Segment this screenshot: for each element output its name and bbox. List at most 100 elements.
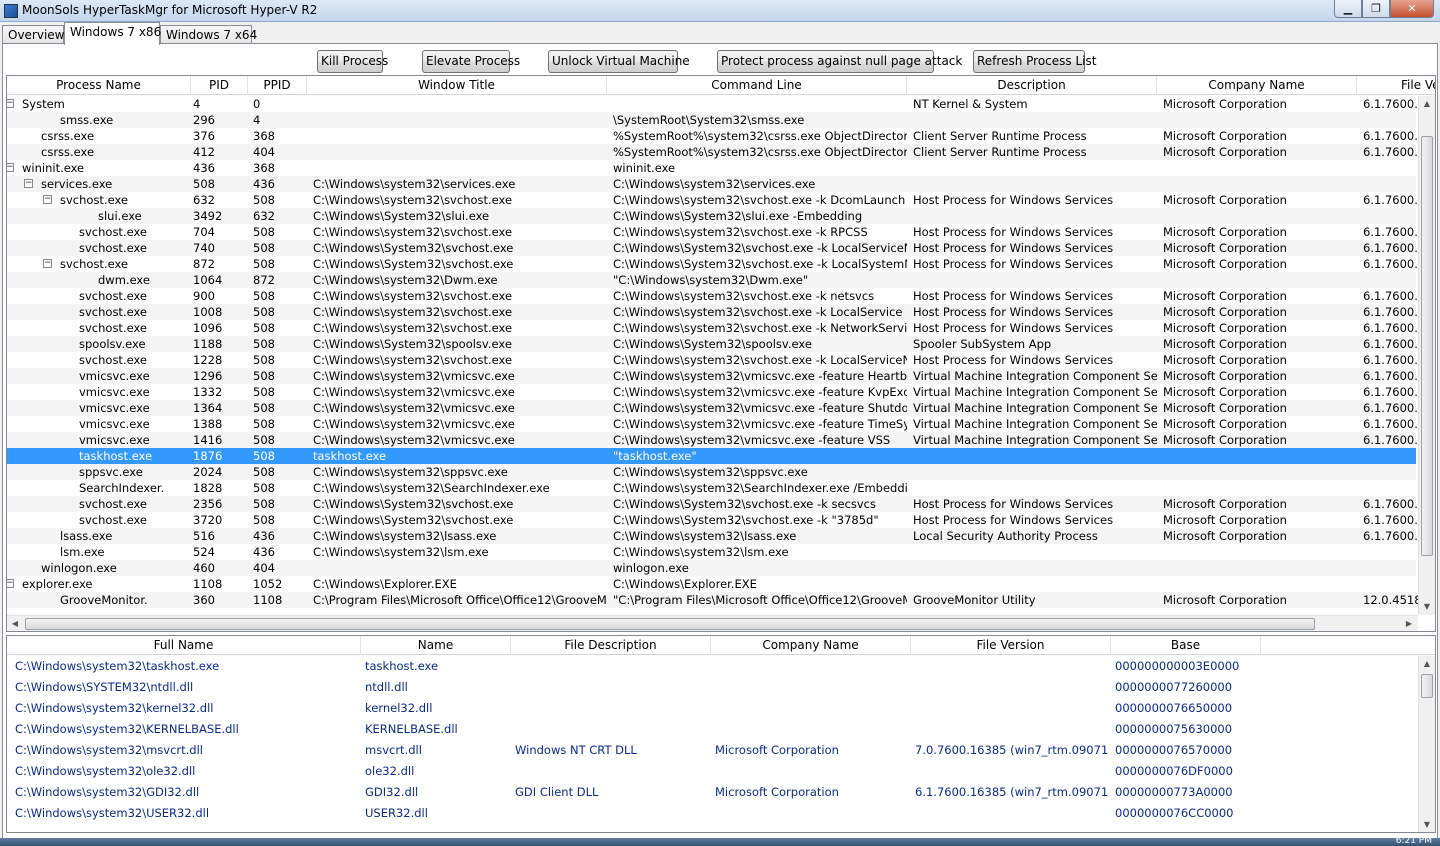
module-row[interactable]: C:\Windows\system32\kernel32.dll kernel32… xyxy=(7,698,1416,719)
process-vertical-scrollbar[interactable]: ▲ ▼ xyxy=(1418,96,1435,615)
process-row[interactable]: − services.exe 508 436 C:\Windows\system32\s… xyxy=(7,176,1416,192)
collapse-icon[interactable]: − xyxy=(7,99,14,108)
scroll-left-icon[interactable]: ◀ xyxy=(7,616,23,631)
collapse-icon[interactable]: − xyxy=(7,579,14,588)
process-row[interactable]: sppsvc.exe 2024 508 C:\Windows\system32\spp… xyxy=(7,464,1416,480)
process-row[interactable]: lsm.exe 524 436 C:\Windows\system32\lsm.exe… xyxy=(7,544,1416,560)
tab-overview[interactable]: Overview xyxy=(2,25,65,45)
maximize-button[interactable]: ❐ xyxy=(1362,0,1390,18)
process-row[interactable]: vmicsvc.exe 1416 508 C:\Windows\system32\vm… xyxy=(7,432,1418,448)
process-file-version: 6.1.7600.16 xyxy=(1363,145,1418,159)
col-ppid[interactable]: PPID xyxy=(248,76,307,95)
process-row[interactable]: svchost.exe 740 508 C:\Windows\System32\svc… xyxy=(7,240,1418,256)
process-hscroll-thumb[interactable] xyxy=(25,618,1315,630)
module-list[interactable]: Full Name Name File Description Company … xyxy=(6,635,1436,833)
col-module-name[interactable]: Name xyxy=(361,636,511,655)
col-process-name[interactable]: Process Name xyxy=(7,76,191,95)
process-vscroll-thumb[interactable] xyxy=(1421,136,1433,556)
process-row[interactable]: GrooveMonitor. 360 1108 C:\Program Files\Mi… xyxy=(7,592,1418,608)
scroll-right-icon[interactable]: ▶ xyxy=(1401,616,1417,631)
process-ppid: 1052 xyxy=(253,577,283,591)
unlock-vm-button[interactable]: Unlock Virtual Machine xyxy=(548,50,690,73)
process-list[interactable]: Process Name PID PPID Window Title Comma… xyxy=(6,75,1436,632)
minimize-button[interactable]: ▁ xyxy=(1334,0,1362,18)
process-row[interactable]: vmicsvc.exe 1388 508 C:\Windows\system32\vm… xyxy=(7,416,1418,432)
process-row[interactable]: svchost.exe 1008 508 C:\Windows\system32\sv… xyxy=(7,304,1418,320)
close-icon: ✕ xyxy=(1407,2,1417,15)
process-row[interactable]: svchost.exe 900 508 C:\Windows\system32\svc… xyxy=(7,288,1418,304)
process-description: Host Process for Windows Services xyxy=(913,497,1114,511)
process-row[interactable]: csrss.exe 412 404 %SystemRoot%\system32\csr… xyxy=(7,144,1418,160)
module-vertical-scrollbar[interactable]: ▲ ▼ xyxy=(1418,656,1435,832)
col-module-file-version[interactable]: File Version xyxy=(911,636,1111,655)
refresh-process-list-button[interactable]: Refresh Process List xyxy=(973,50,1096,73)
module-row[interactable]: C:\Windows\system32\KERNELBASE.dll KERNEL… xyxy=(7,719,1416,740)
col-description[interactable]: Description xyxy=(907,76,1157,95)
tab-windows7-x86[interactable]: Windows 7 x86 xyxy=(64,22,161,45)
module-row[interactable]: C:\Windows\SYSTEM32\ntdll.dll ntdll.dll 00… xyxy=(7,677,1416,698)
process-pid: 1008 xyxy=(193,305,223,319)
collapse-icon[interactable]: − xyxy=(43,259,52,268)
process-row[interactable]: vmicsvc.exe 1296 508 C:\Windows\system32\vm… xyxy=(7,368,1418,384)
col-window-title[interactable]: Window Title xyxy=(307,76,607,95)
process-row[interactable]: svchost.exe 704 508 C:\Windows\system32\svc… xyxy=(7,224,1418,240)
process-row[interactable]: − svchost.exe 632 508 C:\Windows\system32\sv… xyxy=(7,192,1418,208)
module-row[interactable]: C:\Windows\system32\msvcrt.dll msvcrt.dll… xyxy=(7,740,1416,761)
col-company-name[interactable]: Company Name xyxy=(1157,76,1357,95)
process-description xyxy=(913,112,1157,128)
process-horizontal-scrollbar[interactable]: ◀ ▶ xyxy=(7,615,1418,631)
process-row[interactable]: lsass.exe 516 436 C:\Windows\system32\lsass… xyxy=(7,528,1418,544)
process-file-version xyxy=(1363,576,1418,592)
process-row[interactable]: dwm.exe 1064 872 C:\Windows\system32\Dwm.ex… xyxy=(7,272,1416,288)
collapse-icon[interactable]: − xyxy=(24,179,33,188)
elevate-process-button[interactable]: Elevate Process xyxy=(422,50,520,73)
process-row[interactable]: svchost.exe 3720 508 C:\Windows\System32\sv… xyxy=(7,512,1418,528)
scroll-down-icon[interactable]: ▼ xyxy=(1419,599,1435,615)
module-row[interactable]: C:\Windows\system32\GDI32.dll GDI32.dll GD… xyxy=(7,782,1416,803)
process-row[interactable]: svchost.exe 1228 508 C:\Windows\system32\sv… xyxy=(7,352,1418,368)
process-file-version: 6.1.7600.16 xyxy=(1363,97,1418,111)
process-row[interactable]: svchost.exe 2356 508 C:\Windows\System32\sv… xyxy=(7,496,1418,512)
module-vscroll-thumb[interactable] xyxy=(1421,674,1433,698)
col-full-name[interactable]: Full Name xyxy=(7,636,361,655)
process-row[interactable]: − wininit.exe 436 368 wininit.exe xyxy=(7,160,1416,176)
col-file-description[interactable]: File Description xyxy=(511,636,711,655)
process-row[interactable]: SearchIndexer. 1828 508 C:\Windows\system32… xyxy=(7,480,1416,496)
process-row[interactable]: smss.exe 296 4 \SystemRoot\System32\smss.ex… xyxy=(7,112,1416,128)
process-row[interactable]: taskhost.exe 1876 508 taskhost.exe "taskhost… xyxy=(7,448,1416,464)
scroll-up-icon[interactable]: ▲ xyxy=(1419,96,1435,112)
module-row[interactable]: C:\Windows\system32\taskhost.exe taskhost… xyxy=(7,656,1416,677)
process-row[interactable]: − explorer.exe 1108 1052 C:\Windows\Explorer… xyxy=(7,576,1416,592)
process-command-line: C:\Windows\system32\vmicsvc.exe -feature… xyxy=(613,401,907,415)
process-row[interactable]: vmicsvc.exe 1364 508 C:\Windows\system32\vm… xyxy=(7,400,1418,416)
tab-windows7-x64[interactable]: Windows 7 x64 xyxy=(160,25,257,45)
col-command-line[interactable]: Command Line xyxy=(607,76,907,95)
col-module-company[interactable]: Company Name xyxy=(711,636,911,655)
process-row[interactable]: spoolsv.exe 1188 508 C:\Windows\System32\sp… xyxy=(7,336,1418,352)
col-file-version[interactable]: File Ve xyxy=(1357,76,1435,95)
module-base: 0000000075630000 xyxy=(1115,722,1233,736)
module-base: 0000000077260000 xyxy=(1115,680,1233,694)
process-ppid: 436 xyxy=(253,529,275,543)
process-row[interactable]: svchost.exe 1096 508 C:\Windows\system32\sv… xyxy=(7,320,1418,336)
process-name: lsm.exe xyxy=(60,545,105,559)
process-row[interactable]: − svchost.exe 872 508 C:\Windows\System32\sv… xyxy=(7,256,1418,272)
process-row[interactable]: vmicsvc.exe 1332 508 C:\Windows\system32\vm… xyxy=(7,384,1418,400)
process-row[interactable]: − System 4 0 NT Kernel & System Microsoft Cor… xyxy=(7,96,1418,112)
minimize-icon: ▁ xyxy=(1343,2,1353,15)
process-window-title: C:\Windows\system32\SearchIndexer.exe xyxy=(313,481,550,495)
col-pid[interactable]: PID xyxy=(191,76,248,95)
module-row[interactable]: C:\Windows\system32\ole32.dll ole32.dll 00… xyxy=(7,761,1416,782)
collapse-icon[interactable]: − xyxy=(7,163,14,172)
process-row[interactable]: csrss.exe 376 368 %SystemRoot%\system32\csr… xyxy=(7,128,1418,144)
close-button[interactable]: ✕ xyxy=(1390,0,1434,18)
kill-process-button[interactable]: Kill Process xyxy=(317,50,388,73)
col-base[interactable]: Base xyxy=(1111,636,1261,655)
module-row[interactable]: C:\Windows\system32\USER32.dll USER32.dll… xyxy=(7,803,1416,824)
scroll-up-icon[interactable]: ▲ xyxy=(1419,656,1435,672)
collapse-icon[interactable]: − xyxy=(43,195,52,204)
process-row[interactable]: slui.exe 3492 632 C:\Windows\System32\slui.… xyxy=(7,208,1416,224)
scroll-down-icon[interactable]: ▼ xyxy=(1419,817,1435,832)
process-row[interactable]: winlogon.exe 460 404 winlogon.exe xyxy=(7,560,1416,576)
protect-null-page-button[interactable]: Protect process against null page attack xyxy=(717,50,962,73)
